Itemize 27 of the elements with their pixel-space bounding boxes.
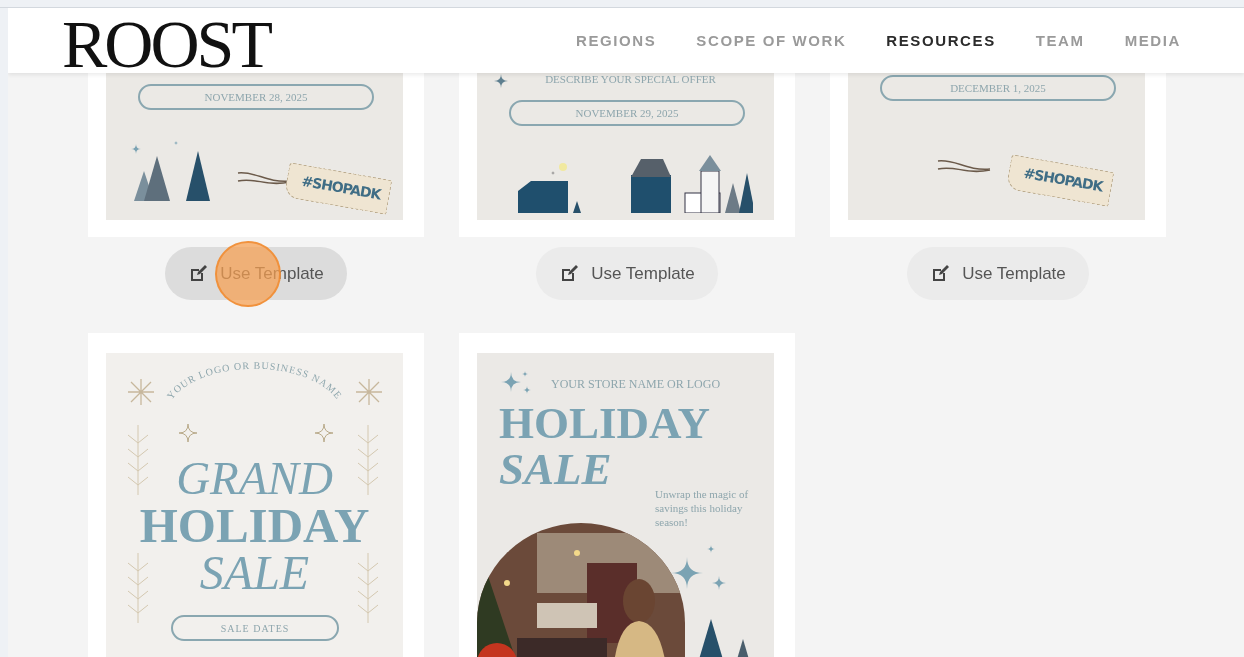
headline: HOLIDAY [499, 401, 710, 446]
branch-drawing [126, 425, 150, 495]
edit-icon [930, 263, 951, 284]
store-name: YOUR STORE NAME OR LOGO [551, 377, 721, 392]
branch-drawing [356, 553, 380, 623]
branch-drawing [356, 425, 380, 495]
headline: SALE [499, 447, 612, 492]
edit-icon [559, 263, 580, 284]
date-label: NOVEMBER 29, 2025 [509, 100, 745, 126]
snowflake-icon [354, 377, 384, 407]
date-label: DECEMBER 1, 2025 [880, 75, 1116, 101]
tagline: Unwrap the magic of savings this holiday season! [655, 487, 750, 529]
headline: HOLIDAY [138, 501, 371, 550]
branch-drawing [126, 553, 150, 623]
use-template-button[interactable]: Use Template [536, 247, 718, 300]
edit-icon [188, 263, 209, 284]
snowflake-icon [126, 377, 156, 407]
logo[interactable]: ROOST [62, 13, 270, 74]
sparkle-icon [314, 423, 334, 443]
nav-link[interactable]: RESOURCES [886, 32, 996, 49]
headline: GRAND [175, 455, 334, 502]
headline: SALE [198, 549, 311, 597]
dates-label: SALE DATES [171, 615, 339, 641]
sparkle-icon [178, 423, 198, 443]
use-template-button[interactable]: Use Template [907, 247, 1089, 300]
offer-text: DESCRIBE YOUR SPECIAL OFFER [544, 73, 717, 85]
date-label: NOVEMBER 28, 2025 [138, 84, 374, 110]
